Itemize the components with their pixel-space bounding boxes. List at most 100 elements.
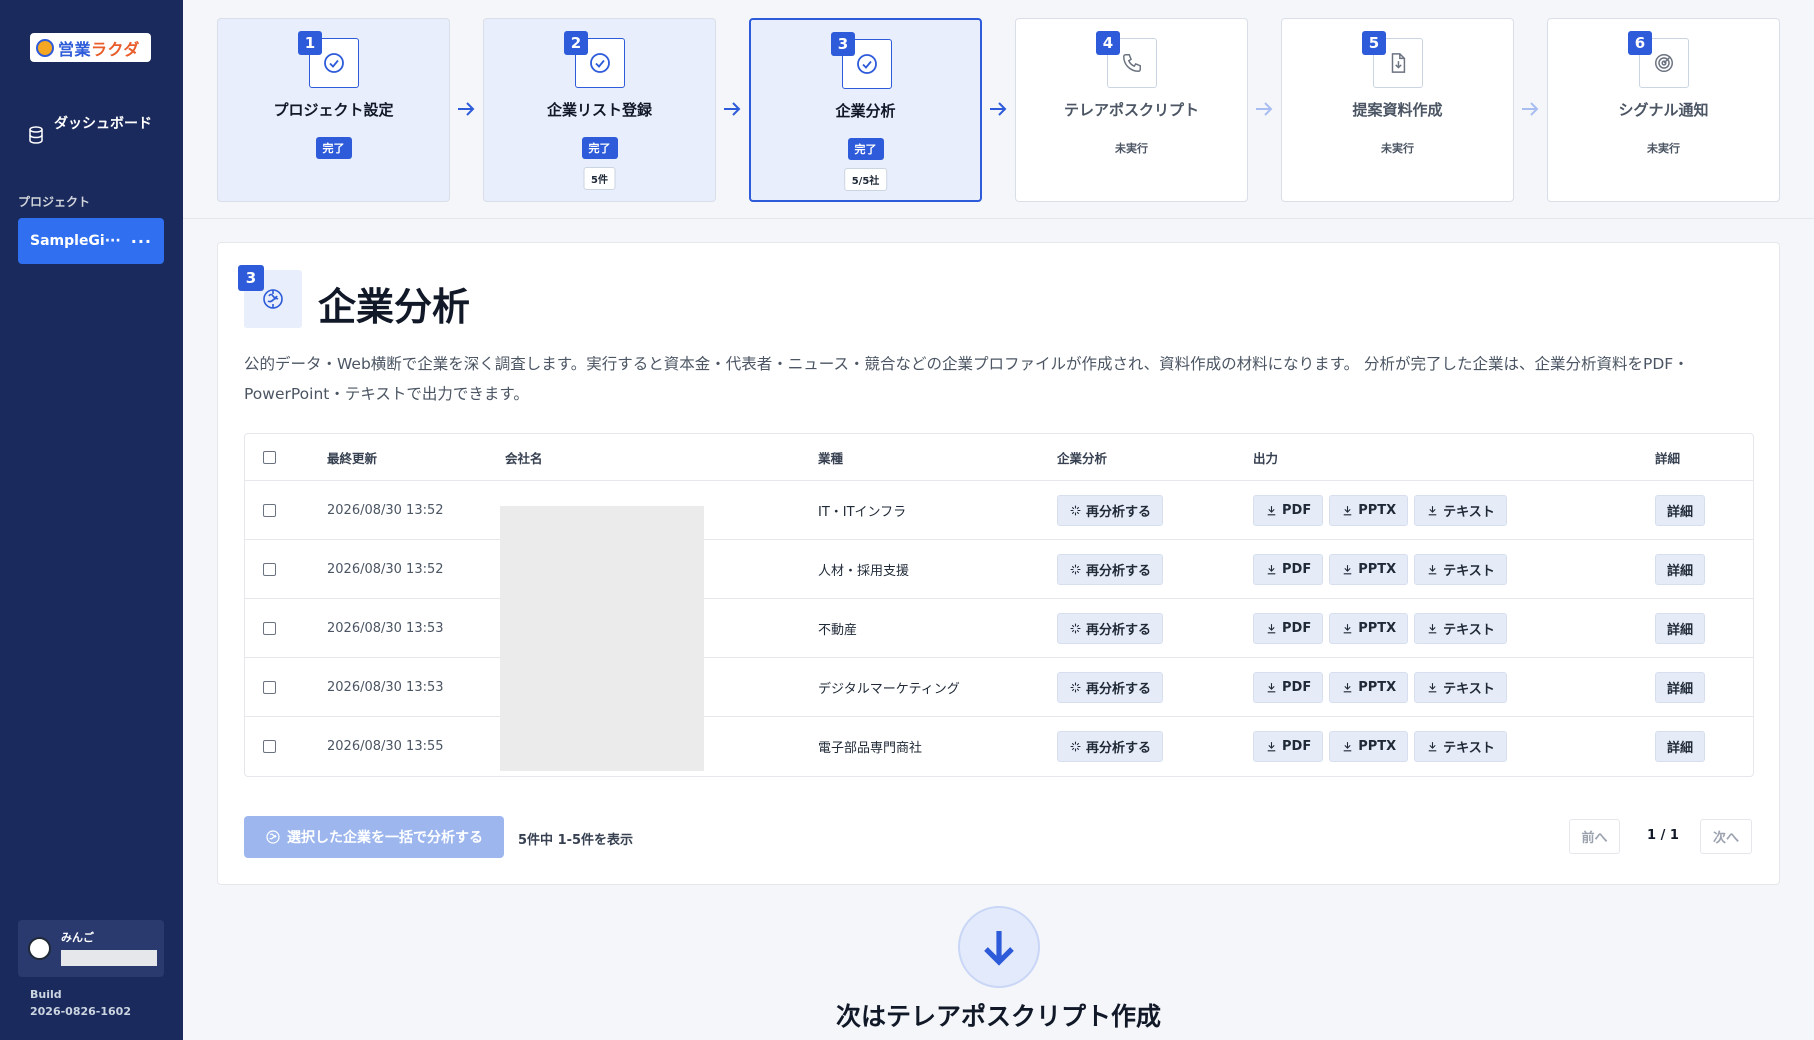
company-table: 最終更新 会社名 業種 企業分析 出力 詳細 2026/08/30 13:52 … xyxy=(244,433,1754,777)
row-select-cell xyxy=(263,481,276,539)
step-company-analysis[interactable]: 3 企業分析 完了 5/5社 xyxy=(749,18,982,202)
col-company[interactable]: 会社名 xyxy=(505,434,543,480)
row-analysis: 再分析する xyxy=(1057,540,1164,598)
pdf-label: PDF xyxy=(1282,739,1312,754)
step-title: テレアポスクリプト xyxy=(1063,101,1199,119)
pptx-label: PPTX xyxy=(1358,739,1397,754)
row-detail: 詳細 xyxy=(1655,481,1706,539)
export-pdf-button[interactable]: PDF xyxy=(1253,494,1324,526)
pdf-label: PDF xyxy=(1282,620,1312,636)
sparkle-icon xyxy=(1070,564,1081,574)
download-icon xyxy=(1343,505,1352,515)
step-company-list[interactable]: 2 企業リスト登録 完了 5件 xyxy=(483,18,716,202)
row-checkbox[interactable] xyxy=(263,621,276,635)
step-number: 3 xyxy=(831,32,855,56)
camel-logo-icon xyxy=(36,38,54,57)
pptx-label: PPTX xyxy=(1358,502,1397,518)
workflow-steps: 1 プロジェクト設定 完了 2 企業リスト登録 完了 5件 3 企業分析 完了 … xyxy=(183,0,1814,219)
download-icon xyxy=(1343,682,1352,692)
result-count: 5件中 1-5件を表示 xyxy=(518,833,634,848)
step-number: 2 xyxy=(564,31,588,55)
sparkle-icon xyxy=(1070,741,1081,752)
row-updated: 2026/08/30 13:52 xyxy=(327,561,444,577)
row-checkbox[interactable] xyxy=(263,680,276,694)
arrow-right-icon xyxy=(1256,102,1273,116)
nav-dashboard[interactable]: ダッシュボード xyxy=(28,114,158,144)
col-analysis: 企業分析 xyxy=(1057,450,1108,466)
avatar xyxy=(28,937,51,960)
table-row: 2026/08/30 13:55 電子部品専門商社 再分析する PDF PPTX… xyxy=(245,717,1753,776)
prev-page-button[interactable]: 前へ xyxy=(1569,819,1620,854)
database-icon xyxy=(29,126,43,144)
more-options-icon[interactable]: ··· xyxy=(131,232,152,251)
reanalyze-button[interactable]: 再分析する xyxy=(1057,731,1164,762)
user-card[interactable]: みんご xyxy=(18,920,164,977)
export-pdf-button[interactable]: PDF xyxy=(1253,553,1324,585)
select-all-checkbox[interactable] xyxy=(263,450,276,464)
sparkle-icon xyxy=(1070,505,1081,515)
download-icon xyxy=(1267,742,1276,752)
app-logo[interactable]: 営業ラクダ xyxy=(30,33,151,62)
status-badge: 完了 xyxy=(847,138,884,160)
export-pptx-button[interactable]: PPTX xyxy=(1329,612,1409,644)
download-icon xyxy=(1428,623,1437,633)
reanalyze-label: 再分析する xyxy=(1086,681,1152,697)
export-pdf-button[interactable]: PDF xyxy=(1253,671,1324,703)
row-checkbox[interactable] xyxy=(263,562,276,576)
step-teleapo-script[interactable]: 4 テレアポスクリプト 未実行 xyxy=(1015,18,1248,202)
export-text-button[interactable]: テキスト xyxy=(1414,731,1507,762)
reanalyze-button[interactable]: 再分析する xyxy=(1057,612,1164,644)
row-checkbox[interactable] xyxy=(263,740,276,753)
build-info: Build 2026-0826-1602 xyxy=(30,986,131,1020)
col-detail: 詳細 xyxy=(1655,450,1681,466)
detail-button[interactable]: 詳細 xyxy=(1655,553,1706,585)
export-text-button[interactable]: テキスト xyxy=(1414,494,1507,526)
projects-section-label: プロジェクト xyxy=(18,195,91,209)
detail-button[interactable]: 詳細 xyxy=(1655,612,1706,644)
export-pdf-button[interactable]: PDF xyxy=(1253,731,1324,762)
step-signal-notify[interactable]: 6 シグナル通知 未実行 xyxy=(1547,18,1780,202)
text-label: テキスト xyxy=(1443,563,1495,579)
export-pptx-button[interactable]: PPTX xyxy=(1329,494,1409,526)
step-project-settings[interactable]: 1 プロジェクト設定 完了 xyxy=(217,18,450,202)
detail-button[interactable]: 詳細 xyxy=(1655,494,1706,526)
table-row: 2026/08/30 13:53 不動産 再分析する PDF PPTX テキスト… xyxy=(245,599,1753,658)
sidebar: 営業ラクダ ダッシュボード プロジェクト SampleGi··· ··· みんご… xyxy=(0,0,183,1040)
sidebar-project-item[interactable]: SampleGi··· ··· xyxy=(18,218,164,264)
page-indicator: 1 / 1 xyxy=(1647,828,1679,843)
detail-button[interactable]: 詳細 xyxy=(1655,671,1706,703)
col-industry[interactable]: 業種 xyxy=(818,434,843,480)
row-industry: 人材・採用支援 xyxy=(818,563,910,579)
col-output: 出力 xyxy=(1253,450,1279,466)
text-label: テキスト xyxy=(1443,622,1495,638)
row-detail: 詳細 xyxy=(1655,658,1706,716)
scroll-next-button[interactable] xyxy=(958,906,1040,988)
status-badge: 未実行 xyxy=(1381,142,1414,155)
export-text-button[interactable]: テキスト xyxy=(1414,553,1507,585)
col-updated[interactable]: 最終更新 xyxy=(327,434,377,480)
export-pdf-button[interactable]: PDF xyxy=(1253,612,1324,644)
reanalyze-button[interactable]: 再分析する xyxy=(1057,671,1164,703)
export-text-button[interactable]: テキスト xyxy=(1414,612,1507,644)
pptx-label: PPTX xyxy=(1358,679,1397,695)
bulk-analyze-button[interactable]: 選択した企業を一括で分析する xyxy=(244,816,504,858)
export-pptx-button[interactable]: PPTX xyxy=(1329,553,1409,585)
text-label: テキスト xyxy=(1443,741,1495,756)
reanalyze-button[interactable]: 再分析する xyxy=(1057,553,1164,585)
reanalyze-button[interactable]: 再分析する xyxy=(1057,494,1164,526)
step-number: 6 xyxy=(1628,31,1652,55)
arrow-down-icon xyxy=(984,931,1014,966)
row-analysis: 再分析する xyxy=(1057,658,1164,716)
next-page-button[interactable]: 次へ xyxy=(1700,819,1752,854)
nav-dashboard-label: ダッシュボード xyxy=(54,116,152,132)
export-pptx-button[interactable]: PPTX xyxy=(1329,731,1409,762)
step-count: 5/5社 xyxy=(843,168,888,191)
table-header: 最終更新 会社名 業種 企業分析 出力 詳細 xyxy=(245,434,1753,481)
step-proposal-docs[interactable]: 5 提案資料作成 未実行 xyxy=(1281,18,1514,202)
export-pptx-button[interactable]: PPTX xyxy=(1329,671,1409,703)
detail-button[interactable]: 詳細 xyxy=(1655,731,1706,762)
row-checkbox[interactable] xyxy=(263,503,276,517)
step-title: 提案資料作成 xyxy=(1352,101,1443,119)
export-text-button[interactable]: テキスト xyxy=(1414,671,1507,703)
pdf-label: PDF xyxy=(1282,679,1312,695)
